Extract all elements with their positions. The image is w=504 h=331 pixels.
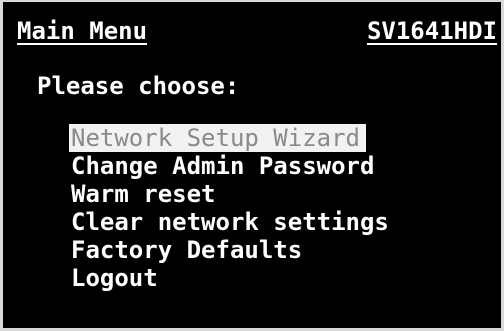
header-bar: Main Menu SV1641HDI — [17, 17, 497, 47]
menu-item-label: Factory Defaults — [71, 236, 303, 264]
menu-item-logout[interactable]: Logout — [69, 264, 395, 292]
osd-screen: Main Menu SV1641HDI Please choose: Netwo… — [0, 0, 504, 331]
menu-item-factory-defaults[interactable]: Factory Defaults — [69, 236, 395, 264]
menu-title: Main Menu — [17, 17, 148, 45]
menu-item-label: Logout — [71, 264, 158, 292]
main-menu-list: Network Setup Wizard Change Admin Passwo… — [69, 124, 395, 292]
menu-item-label: Change Admin Password — [71, 152, 375, 180]
menu-item-label: Network Setup Wizard — [71, 124, 360, 152]
menu-item-label: Clear network settings — [71, 208, 389, 236]
choose-prompt: Please choose: — [37, 72, 240, 100]
menu-item-network-setup-wizard[interactable]: Network Setup Wizard — [69, 124, 366, 152]
menu-item-change-admin-password[interactable]: Change Admin Password — [69, 152, 395, 180]
menu-item-warm-reset[interactable]: Warm reset — [69, 180, 395, 208]
menu-item-clear-network-settings[interactable]: Clear network settings — [69, 208, 395, 236]
device-model: SV1641HDI — [366, 17, 497, 45]
menu-item-label: Warm reset — [71, 180, 216, 208]
